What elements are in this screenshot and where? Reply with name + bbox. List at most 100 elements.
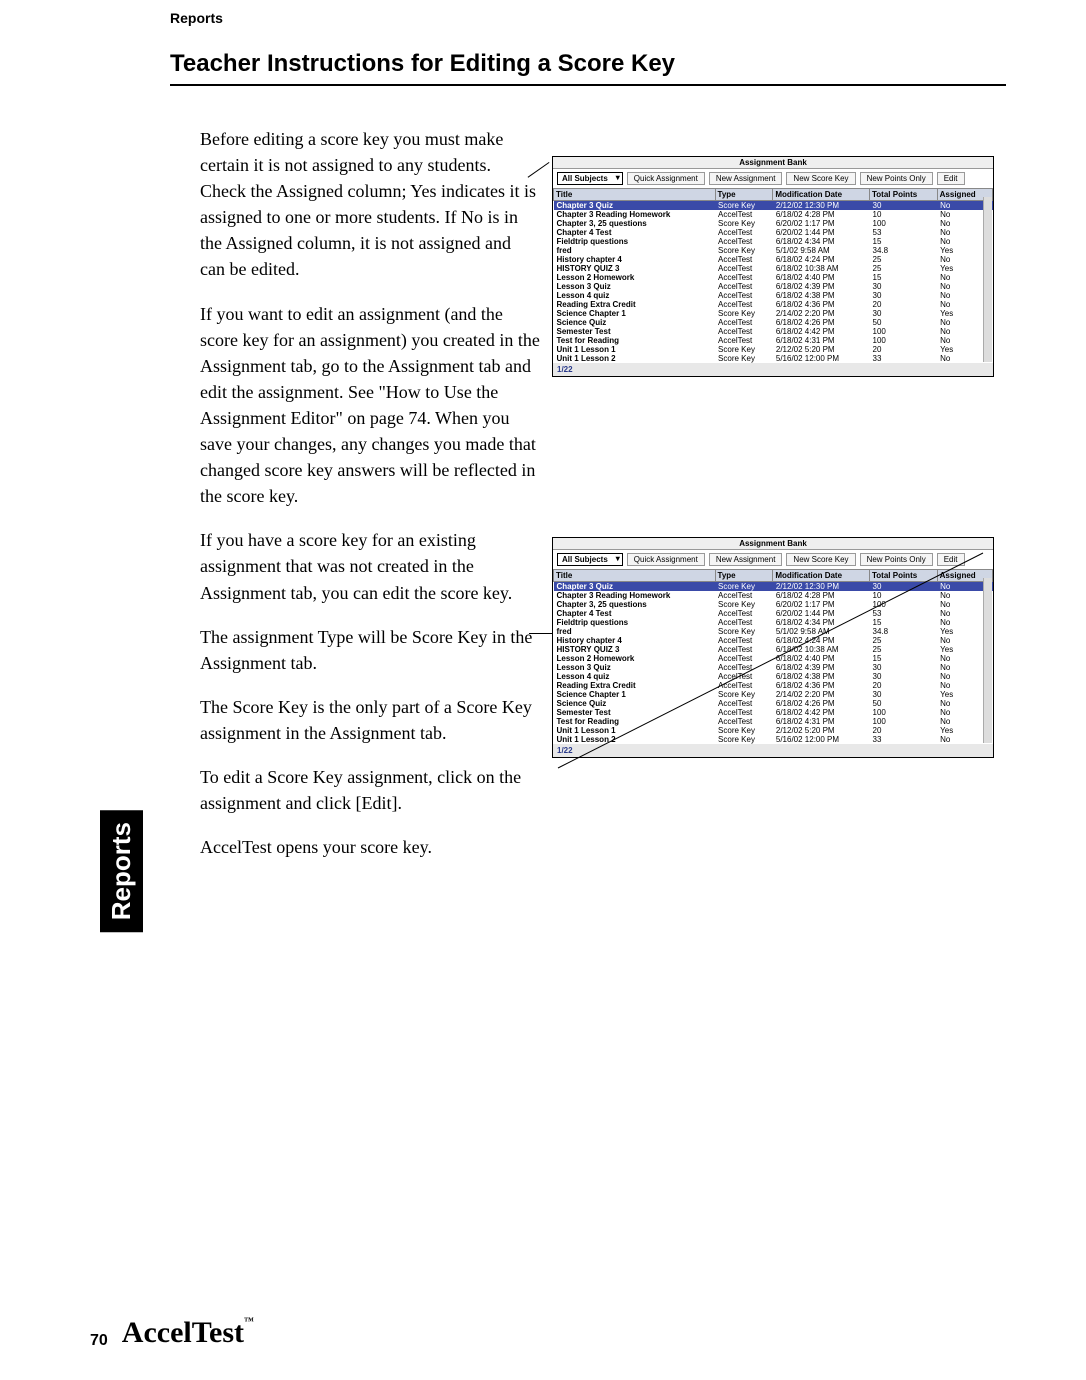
cell: 6/18/02 4:38 PM: [773, 291, 870, 300]
cell: Semester Test: [554, 327, 716, 336]
table-row[interactable]: Chapter 3 Reading HomeworkAccelTest6/18/…: [554, 210, 993, 219]
table-row[interactable]: Unit 1 Lesson 1Score Key2/12/02 5:20 PM2…: [554, 345, 993, 354]
cell: 6/18/02 4:40 PM: [773, 273, 870, 282]
page-number: 70: [90, 1332, 108, 1350]
cell: 30: [870, 309, 938, 318]
cell: fred: [554, 246, 716, 255]
cell: Science Chapter 1: [554, 309, 716, 318]
title-rule: [170, 84, 1006, 86]
cell: 100: [870, 327, 938, 336]
subject-select[interactable]: All Subjects: [557, 172, 623, 185]
cell: 6/18/02 4:26 PM: [773, 318, 870, 327]
callout-line-icon: [529, 633, 553, 634]
col-mod-date[interactable]: Modification Date: [773, 189, 870, 201]
assignment-table[interactable]: Title Type Modification Date Total Point…: [553, 188, 993, 363]
new-points-only-button[interactable]: New Points Only: [860, 172, 933, 185]
cell: 100: [870, 219, 938, 228]
para-2: If you want to edit an assignment (and t…: [200, 301, 540, 510]
table-row[interactable]: fredScore Key5/1/02 9:58 AM34.8Yes: [554, 246, 993, 255]
table-row[interactable]: Unit 1 Lesson 2Score Key5/16/02 12:00 PM…: [554, 354, 993, 363]
brand-logo: AccelTest™: [122, 1316, 254, 1350]
cell: 20: [870, 345, 938, 354]
cell: 53: [870, 228, 938, 237]
cell: 20: [870, 300, 938, 309]
table-row[interactable]: Test for ReadingAccelTest6/18/02 4:31 PM…: [554, 336, 993, 345]
col-title[interactable]: Title: [554, 189, 716, 201]
para-4: The assignment Type will be Score Key in…: [200, 624, 540, 676]
cell: AccelTest: [715, 336, 773, 345]
brand-text: AccelTest: [122, 1316, 244, 1349]
cell: Score Key: [715, 354, 773, 363]
table-row[interactable]: Chapter 3, 25 questionsScore Key6/20/02 …: [554, 219, 993, 228]
side-tab: Reports: [100, 810, 143, 932]
table-row[interactable]: Reading Extra CreditAccelTest6/18/02 4:3…: [554, 300, 993, 309]
cell: Score Key: [715, 246, 773, 255]
cell: 100: [870, 336, 938, 345]
para-3: If you have a score key for an existing …: [200, 527, 540, 605]
cell: 15: [870, 273, 938, 282]
table-row[interactable]: Lesson 2 HomeworkAccelTest6/18/02 4:40 P…: [554, 273, 993, 282]
table-row[interactable]: Chapter 3 QuizScore Key2/12/02 12:30 PM3…: [554, 201, 993, 211]
cell: 34.8: [870, 246, 938, 255]
cell: Score Key: [715, 309, 773, 318]
cell: 2/14/02 2:20 PM: [773, 309, 870, 318]
cell: 25: [870, 255, 938, 264]
cell: 5/1/02 9:58 AM: [773, 246, 870, 255]
cell: 15: [870, 237, 938, 246]
table-row[interactable]: Chapter 4 TestAccelTest6/20/02 1:44 PM53…: [554, 228, 993, 237]
col-type[interactable]: Type: [715, 189, 773, 201]
cell: Chapter 3, 25 questions: [554, 219, 716, 228]
quick-assignment-button[interactable]: Quick Assignment: [627, 172, 705, 185]
para-1: Before editing a score key you must make…: [200, 126, 540, 283]
cell: 6/18/02 4:24 PM: [773, 255, 870, 264]
cell: AccelTest: [715, 318, 773, 327]
cell: Lesson 2 Homework: [554, 273, 716, 282]
new-score-key-button[interactable]: New Score Key: [786, 172, 855, 185]
cell: 2/12/02 12:30 PM: [773, 201, 870, 211]
status-bar: 1/22: [553, 363, 993, 376]
cell: Chapter 3 Reading Homework: [554, 210, 716, 219]
cell: Score Key: [715, 201, 773, 211]
para-7: AccelTest opens your score key.: [200, 834, 540, 860]
cell: AccelTest: [715, 228, 773, 237]
cell: AccelTest: [715, 291, 773, 300]
cell: AccelTest: [715, 273, 773, 282]
table-row[interactable]: Semester TestAccelTest6/18/02 4:42 PM100…: [554, 327, 993, 336]
cell: 6/20/02 1:17 PM: [773, 219, 870, 228]
cell: 6/18/02 4:36 PM: [773, 300, 870, 309]
table-row[interactable]: HISTORY QUIZ 3AccelTest6/18/02 10:38 AM2…: [554, 264, 993, 273]
cell: Unit 1 Lesson 1: [554, 345, 716, 354]
cell: 6/18/02 10:38 AM: [773, 264, 870, 273]
section-title: Teacher Instructions for Editing a Score…: [170, 50, 1006, 78]
cell: 33: [870, 354, 938, 363]
cell: Lesson 4 quiz: [554, 291, 716, 300]
cell: Score Key: [715, 345, 773, 354]
scrollbar[interactable]: [983, 197, 992, 362]
cell: AccelTest: [715, 255, 773, 264]
cell: 6/20/02 1:44 PM: [773, 228, 870, 237]
cell: HISTORY QUIZ 3: [554, 264, 716, 273]
cell: 10: [870, 210, 938, 219]
cell: 6/18/02 4:31 PM: [773, 336, 870, 345]
cell: 6/18/02 4:28 PM: [773, 210, 870, 219]
cell: Reading Extra Credit: [554, 300, 716, 309]
table-row[interactable]: Science Chapter 1Score Key2/14/02 2:20 P…: [554, 309, 993, 318]
cell: History chapter 4: [554, 255, 716, 264]
table-row[interactable]: History chapter 4AccelTest6/18/02 4:24 P…: [554, 255, 993, 264]
running-head: Reports: [170, 10, 1006, 26]
cell: 25: [870, 264, 938, 273]
cell: 6/18/02 4:39 PM: [773, 282, 870, 291]
page-footer: 70 AccelTest™: [90, 1316, 254, 1350]
table-row[interactable]: Fieldtrip questionsAccelTest6/18/02 4:34…: [554, 237, 993, 246]
new-assignment-button[interactable]: New Assignment: [709, 172, 783, 185]
table-row[interactable]: Science QuizAccelTest6/18/02 4:26 PM50No: [554, 318, 993, 327]
col-total-points[interactable]: Total Points: [870, 189, 938, 201]
cell: AccelTest: [715, 210, 773, 219]
table-row[interactable]: Lesson 4 quizAccelTest6/18/02 4:38 PM30N…: [554, 291, 993, 300]
cell: Unit 1 Lesson 2: [554, 354, 716, 363]
cell: Chapter 3 Quiz: [554, 201, 716, 211]
table-row[interactable]: Lesson 3 QuizAccelTest6/18/02 4:39 PM30N…: [554, 282, 993, 291]
callout-diagonal-icon: [553, 538, 993, 788]
edit-button[interactable]: Edit: [937, 172, 965, 185]
screenshot-assignment-bank-1: Assignment Bank All Subjects Quick Assig…: [552, 156, 994, 377]
